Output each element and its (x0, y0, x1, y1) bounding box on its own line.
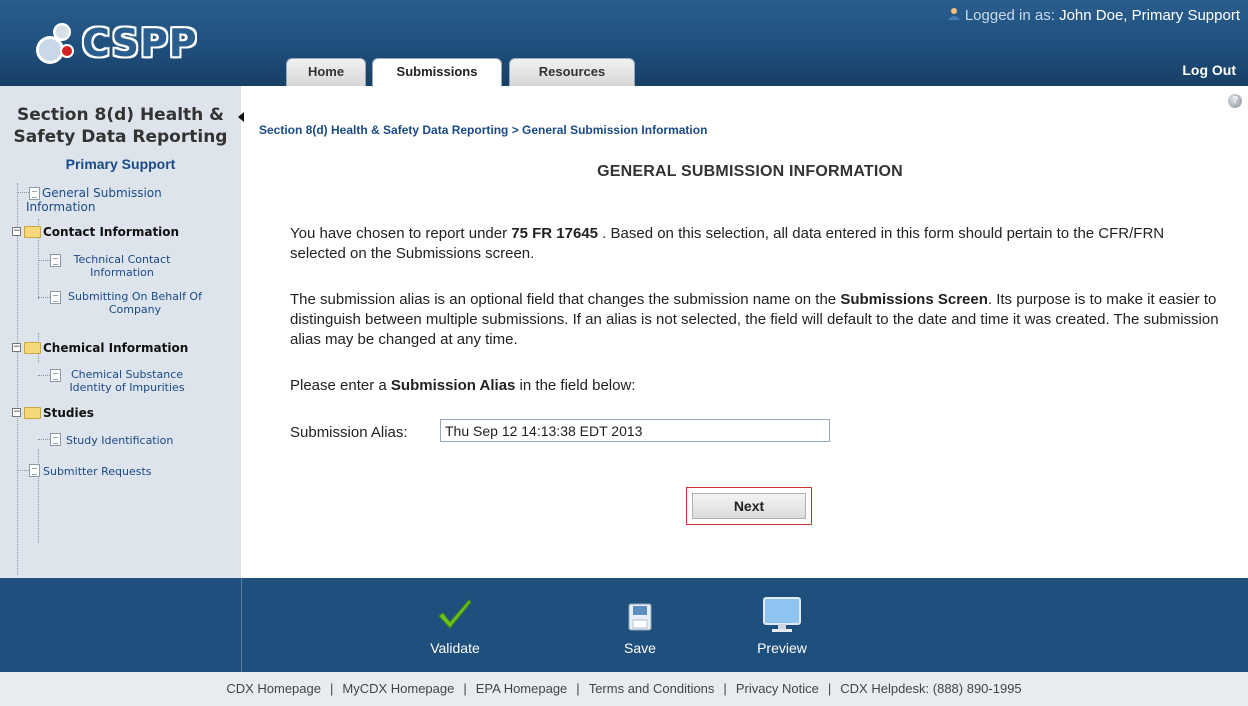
sidebar-item-label: Information (26, 200, 96, 214)
logo-text: CSPP (82, 21, 198, 65)
sidebar-item-submitting-on-behalf[interactable]: Submitting On Behalf Of Company (55, 290, 215, 316)
tab-resources[interactable]: Resources (509, 58, 635, 86)
cfr-reference: 75 FR 17645 (511, 225, 599, 242)
separator: | (576, 681, 580, 696)
tab-home[interactable]: Home (286, 58, 366, 86)
logout-link[interactable]: Log Out (1182, 62, 1236, 78)
epa-homepage-link[interactable]: EPA Homepage (476, 681, 568, 696)
sidebar-item-technical-contact[interactable]: Technical Contact Information (52, 253, 192, 279)
save-button[interactable]: Save (605, 596, 675, 656)
validate-label: Validate (430, 640, 480, 656)
user-name: John Doe, Primary Support (1059, 7, 1240, 24)
checkmark-icon (438, 599, 472, 629)
preview-label: Preview (757, 640, 807, 656)
sidebar-title: Section 8(d) Health & Safety Data Report… (0, 104, 241, 148)
text: in the field below: (515, 377, 636, 394)
collapse-icon[interactable]: − (12, 408, 21, 417)
alias-description-paragraph: The submission alias is an optional fiel… (290, 290, 1220, 350)
sidebar-group-contact[interactable]: Contact Information (22, 225, 179, 239)
sidebar-item-general-submission[interactable]: General Submission Information (22, 186, 222, 214)
separator: | (827, 681, 832, 696)
app-header: CSPP Logged in as: John Doe, Primary Sup… (0, 0, 1248, 87)
collapse-icon[interactable]: − (12, 227, 21, 236)
sidebar-group-studies[interactable]: Studies (22, 406, 94, 420)
next-button[interactable]: Next (692, 493, 806, 519)
separator: | (463, 681, 467, 696)
helpdesk-link[interactable]: CDX Helpdesk: (888) 890-1995 (840, 681, 1021, 696)
page-title: GENERAL SUBMISSION INFORMATION (597, 163, 903, 180)
alias-label: Submission Alias: (290, 424, 408, 441)
text: The submission alias is an optional fiel… (290, 291, 841, 308)
sidebar-role: Primary Support (65, 156, 176, 172)
sidebar-item-label: Technical Contact (73, 253, 171, 266)
collapse-sidebar-icon[interactable] (238, 112, 244, 122)
user-icon (947, 8, 960, 20)
cspp-logo[interactable]: CSPP (30, 16, 200, 74)
emphasis: Submissions Screen (840, 291, 988, 308)
breadcrumb[interactable]: Section 8(d) Health & Safety Data Report… (259, 123, 707, 137)
next-button-highlight: Next (686, 487, 812, 525)
footer-links: CDX Homepage | MyCDX Homepage | EPA Homepage… (0, 672, 1248, 706)
separator: | (723, 681, 727, 696)
sidebar-item-label: Information (90, 266, 154, 279)
help-icon[interactable]: ? (1228, 94, 1242, 108)
privacy-link[interactable]: Privacy Notice (736, 681, 819, 696)
terms-link[interactable]: Terms and Conditions (589, 681, 715, 696)
tab-submissions[interactable]: Submissions (372, 58, 502, 87)
save-icon (628, 603, 652, 631)
sidebar-title-line1: Section 8(d) Health & (17, 105, 224, 125)
toolbar-divider (241, 578, 242, 672)
sidebar-item-chemical-substance[interactable]: Chemical Substance Identity of Impuritie… (52, 368, 202, 394)
sidebar-item-label: General Submission (42, 186, 162, 200)
sidebar-item-study-identification[interactable]: Study Identification (66, 434, 173, 447)
sidebar-title-line2: Safety Data Reporting (13, 127, 228, 147)
emphasis: Submission Alias (390, 377, 516, 394)
mycdx-homepage-link[interactable]: MyCDX Homepage (342, 681, 454, 696)
action-toolbar: Validate Save Preview (0, 578, 1248, 672)
sidebar-group-chemical[interactable]: Chemical Information (22, 341, 188, 355)
cdx-homepage-link[interactable]: CDX Homepage (226, 681, 321, 696)
sidebar-item-label: Company (108, 303, 162, 316)
sidebar: Section 8(d) Health & Safety Data Report… (0, 86, 241, 578)
alias-instruction: Please enter a Submission Alias in the f… (290, 376, 1220, 396)
preview-button[interactable]: Preview (747, 596, 817, 656)
document-icon (50, 433, 61, 446)
text: Please enter a (290, 377, 391, 394)
collapse-icon[interactable]: − (12, 343, 21, 352)
text: You have chosen to report under (290, 225, 512, 242)
molecule-icon (36, 23, 74, 64)
save-label: Save (624, 640, 656, 656)
sidebar-item-label: Chemical Substance (70, 368, 184, 381)
submission-alias-input[interactable] (440, 419, 830, 442)
validate-button[interactable]: Validate (420, 596, 490, 656)
separator: | (329, 681, 334, 696)
document-icon (29, 464, 40, 477)
sidebar-item-submitter-requests[interactable]: Submitter Requests (43, 465, 152, 478)
monitor-icon (763, 597, 801, 632)
logged-in-status: Logged in as: John Doe, Primary Support (947, 7, 1240, 24)
sidebar-item-label: Submitting On Behalf Of (68, 290, 202, 303)
reporting-paragraph: You have chosen to report under 75 FR 17… (290, 224, 1220, 264)
sidebar-item-label: Identity of Impurities (69, 381, 185, 394)
logged-in-prefix: Logged in as: (964, 7, 1055, 24)
